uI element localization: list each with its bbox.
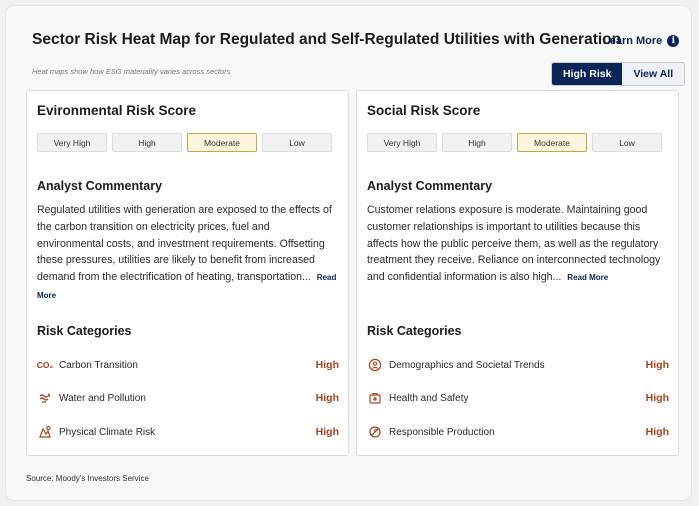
responsible-production-icon <box>367 424 383 440</box>
category-label: Carbon Transition <box>59 359 138 371</box>
environmental-level-scale: Very High High Moderate Low <box>37 133 332 152</box>
level-very-high: Very High <box>367 133 437 152</box>
learn-more-link[interactable]: Learn More i <box>603 35 680 47</box>
category-row: Health and Safety High <box>367 388 669 408</box>
read-more-link[interactable]: Read More <box>567 273 608 282</box>
commentary-heading: Analyst Commentary <box>37 179 163 193</box>
source-note: Source: Moody's Investors Service <box>26 474 149 483</box>
commentary-text: Regulated utilities with generation are … <box>37 202 337 305</box>
category-label: Demographics and Societal Trends <box>389 359 545 371</box>
level-very-high: Very High <box>37 133 107 152</box>
page-title: Sector Risk Heat Map for Regulated and S… <box>32 31 622 48</box>
co2-icon: CO₂ <box>36 360 54 370</box>
category-row: Physical Climate Risk High <box>37 422 339 442</box>
social-level-scale: Very High High Moderate Low <box>367 133 662 152</box>
environmental-risk-card: Evironmental Risk Score Very High High M… <box>26 90 349 456</box>
commentary-text: Customer relations exposure is moderate.… <box>367 202 667 287</box>
commentary-heading: Analyst Commentary <box>367 179 493 193</box>
view-all-button[interactable]: View All <box>622 63 684 85</box>
health-safety-icon <box>367 390 383 406</box>
risk-categories-heading: Risk Categories <box>37 324 132 338</box>
category-risk-level: High <box>315 426 339 438</box>
water-pollution-icon <box>37 390 53 406</box>
learn-more-label: Learn More <box>603 35 663 47</box>
page-subtitle: Heat maps show how ESG materiality varie… <box>32 67 231 76</box>
info-icon: i <box>667 35 680 47</box>
category-label: Physical Climate Risk <box>59 426 156 438</box>
category-risk-level: High <box>645 359 669 371</box>
category-label: Water and Pollution <box>59 392 146 404</box>
risk-view-toggle: High Risk View All <box>551 62 686 86</box>
category-label: Responsible Production <box>389 426 495 438</box>
risk-categories-heading: Risk Categories <box>367 324 462 338</box>
level-high: High <box>112 133 182 152</box>
level-moderate-selected: Moderate <box>187 133 257 152</box>
level-high: High <box>442 133 512 152</box>
commentary-body: Customer relations exposure is moderate.… <box>367 204 661 284</box>
climate-risk-icon <box>37 424 53 440</box>
social-risk-card: Social Risk Score Very High High Moderat… <box>356 90 679 456</box>
category-label: Health and Safety <box>389 392 469 404</box>
category-row: CO₂ Carbon Transition High <box>37 355 339 375</box>
environmental-card-title: Evironmental Risk Score <box>37 103 197 118</box>
category-risk-level: High <box>645 426 669 438</box>
category-risk-level: High <box>645 392 669 404</box>
level-low: Low <box>262 133 332 152</box>
category-row: Responsible Production High <box>367 422 669 442</box>
commentary-body: Regulated utilities with generation are … <box>37 204 332 284</box>
level-low: Low <box>592 133 662 152</box>
high-risk-button[interactable]: High Risk <box>552 63 623 85</box>
category-row: Water and Pollution High <box>37 388 339 408</box>
social-card-title: Social Risk Score <box>367 103 481 118</box>
category-risk-level: High <box>315 392 339 404</box>
category-row: Demographics and Societal Trends High <box>367 355 669 375</box>
category-risk-level: High <box>315 359 339 371</box>
level-moderate-selected: Moderate <box>517 133 587 152</box>
demographics-icon <box>367 357 383 373</box>
